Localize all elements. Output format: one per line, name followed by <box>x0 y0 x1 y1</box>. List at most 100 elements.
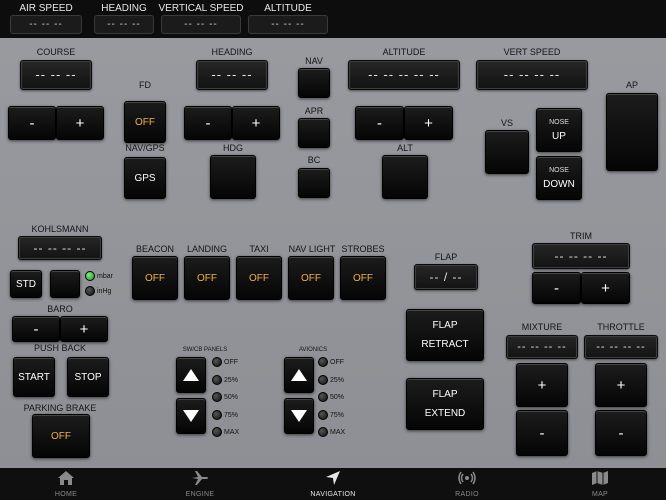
sw-cb-off-label: OFF <box>224 359 238 366</box>
radio-waves-icon <box>458 471 476 485</box>
nose-up-small-label: NOSE <box>549 118 569 126</box>
beacon-button[interactable]: OFF <box>132 256 178 300</box>
avionics-off-label: OFF <box>330 359 344 366</box>
vert-speed-display: -- -- -- -- <box>476 60 588 90</box>
trim-minus-button[interactable]: - <box>532 272 581 304</box>
hdg-label: HDG <box>223 143 243 153</box>
strobes-button[interactable]: OFF <box>340 256 386 300</box>
flap-retract-line1: FLAP <box>432 320 458 331</box>
altitude-label: ALTITUDE <box>382 47 426 57</box>
mixture-display: -- -- -- -- <box>506 335 578 359</box>
altitude-readout: -- -- -- <box>248 15 328 34</box>
alt-button[interactable] <box>382 155 428 199</box>
avionics-label: AVIONICS <box>298 347 328 353</box>
bc-button[interactable] <box>298 168 330 198</box>
map-icon <box>592 471 608 485</box>
nav-light-label: NAV LIGHT <box>288 244 336 254</box>
bottom-tab-bar: HOME ENGINE NAVIGATION RADIO MAP <box>0 468 666 500</box>
pushback-start-button[interactable]: START <box>13 357 55 397</box>
fd-button[interactable]: OFF <box>124 101 166 143</box>
sw-cb-down-button[interactable] <box>176 398 206 434</box>
navigation-arrow-icon <box>326 471 340 485</box>
ap-label: AP <box>625 80 638 90</box>
mbar-label: mbar <box>97 273 113 280</box>
sw-cb-up-button[interactable] <box>176 357 206 393</box>
nav-gps-button[interactable]: GPS <box>124 157 166 199</box>
sw-cb-max-light <box>212 427 222 437</box>
push-back-label: PUSH BACK <box>33 343 86 353</box>
heading-minus-button[interactable]: - <box>184 106 232 140</box>
heading-display: -- -- -- <box>196 60 268 90</box>
avionics-75-light <box>318 410 328 420</box>
sw-cb-50-label: 50% <box>224 394 239 401</box>
parking-brake-button[interactable]: OFF <box>32 414 90 458</box>
baro-label: BARO <box>47 304 73 314</box>
flap-extend-line1: FLAP <box>432 389 458 400</box>
avionics-up-button[interactable] <box>284 357 314 393</box>
sw-cb-50-light <box>212 392 222 402</box>
flap-display: -- / -- <box>414 264 478 290</box>
heading-readout: -- -- -- <box>94 15 154 34</box>
airspeed-readout: -- -- -- <box>10 15 82 34</box>
throttle-plus-button[interactable]: + <box>595 363 647 407</box>
course-plus-button[interactable]: + <box>56 106 104 140</box>
tab-radio-label: RADIO <box>455 491 479 498</box>
tab-home[interactable]: HOME <box>6 468 126 500</box>
flap-extend-button[interactable]: FLAP EXTEND <box>406 378 484 430</box>
avionics-down-button[interactable] <box>284 398 314 434</box>
altitude-plus-button[interactable]: + <box>404 106 453 140</box>
tab-home-label: HOME <box>54 491 78 498</box>
vs-button[interactable] <box>485 130 529 174</box>
hdg-button[interactable] <box>210 155 256 199</box>
std-button[interactable]: STD <box>10 270 42 298</box>
avionics-25-light <box>318 375 328 385</box>
tab-radio[interactable]: RADIO <box>407 468 527 500</box>
landing-light-button[interactable]: OFF <box>184 256 230 300</box>
avionics-off-light <box>318 357 328 367</box>
altitude-minus-button[interactable]: - <box>355 106 404 140</box>
vertical-speed-label: VERTICAL SPEED <box>158 3 244 14</box>
heading-plus-button[interactable]: + <box>232 106 280 140</box>
arrow-down-icon <box>291 410 307 422</box>
nav-label: NAV <box>305 56 323 66</box>
avionics-50-label: 50% <box>330 394 345 401</box>
nose-down-button[interactable]: NOSE DOWN <box>536 156 582 200</box>
tab-navigation[interactable]: NAVIGATION <box>273 468 393 500</box>
nav-light-button[interactable]: OFF <box>288 256 334 300</box>
mixture-minus-button[interactable]: - <box>516 410 568 456</box>
trim-plus-button[interactable]: + <box>581 272 630 304</box>
airplane-icon <box>192 471 208 485</box>
heading-status-label: HEADING <box>101 3 147 14</box>
landing-label: LANDING <box>186 244 227 254</box>
tab-engine[interactable]: ENGINE <box>140 468 260 500</box>
baro-plus-button[interactable]: + <box>60 316 108 342</box>
sw-cb-off-light <box>212 357 222 367</box>
baro-minus-button[interactable]: - <box>12 316 60 342</box>
flap-extend-line2: EXTEND <box>424 408 466 419</box>
apr-button[interactable] <box>298 118 330 148</box>
nav-button[interactable] <box>298 68 330 98</box>
course-display: -- -- -- <box>20 60 92 90</box>
course-minus-button[interactable]: - <box>8 106 56 140</box>
alt-label: ALT <box>397 143 413 153</box>
tab-map-label: MAP <box>591 491 609 498</box>
tab-map[interactable]: MAP <box>540 468 660 500</box>
pushback-stop-button[interactable]: STOP <box>67 357 109 397</box>
altitude-display: -- -- -- -- -- <box>348 60 460 90</box>
throttle-display: -- -- -- -- <box>584 335 658 359</box>
vs-label: VS <box>500 118 513 128</box>
trim-display: -- -- -- -- <box>532 243 630 269</box>
nose-up-button[interactable]: NOSE UP <box>536 108 582 152</box>
apr-label: APR <box>304 106 324 116</box>
heading-label: HEADING <box>211 47 253 57</box>
avionics-25-label: 25% <box>330 377 345 384</box>
nose-up-label: UP <box>552 130 566 142</box>
flap-retract-button[interactable]: FLAP RETRACT <box>406 309 484 361</box>
mixture-plus-button[interactable]: + <box>516 363 568 407</box>
ap-button[interactable] <box>606 93 658 171</box>
taxi-light-button[interactable]: OFF <box>236 256 282 300</box>
throttle-minus-button[interactable]: - <box>595 410 647 456</box>
inhg-label: inHg <box>97 288 112 295</box>
course-label: COURSE <box>36 47 76 57</box>
baro-unit-button[interactable] <box>50 270 80 298</box>
